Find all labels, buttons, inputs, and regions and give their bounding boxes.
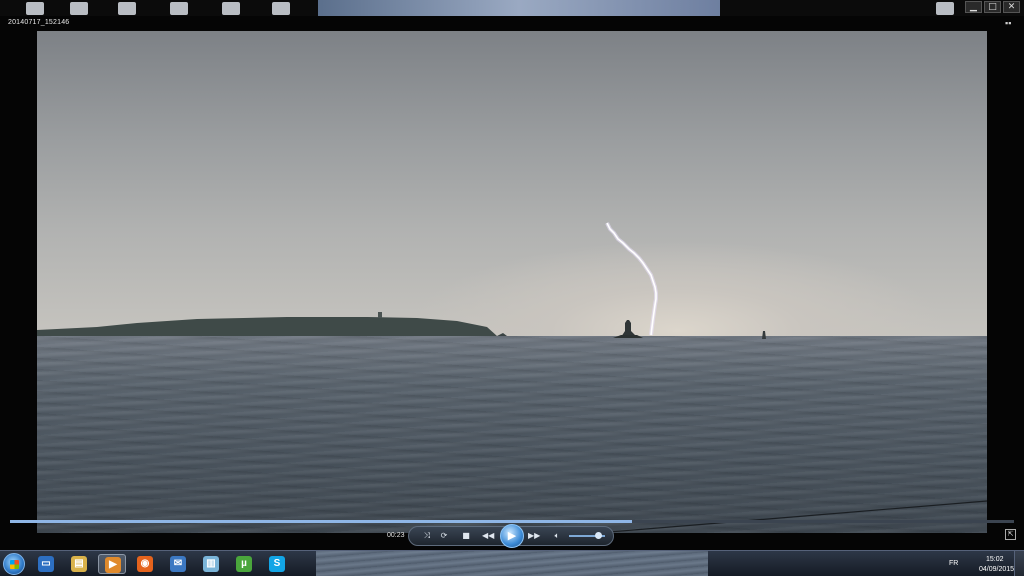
- maximize-button[interactable]: □: [984, 1, 1001, 13]
- taskbar-app-thunderbird[interactable]: ✉: [164, 554, 192, 574]
- taskbar-background: [316, 551, 708, 576]
- play-icon: ▶: [507, 530, 517, 542]
- shuffle-icon[interactable]: ⤨: [421, 530, 433, 542]
- lighthouse-far: [762, 331, 766, 339]
- video-frame[interactable]: [37, 31, 987, 533]
- speaker-icon[interactable]: 🔈︎: [551, 530, 563, 542]
- show-desktop-button[interactable]: [1014, 551, 1024, 576]
- elapsed-time: 00:23: [387, 532, 405, 539]
- desktop-behind-strip: ▁ □ ✕: [0, 0, 1024, 16]
- desktop-wallpaper: [318, 0, 720, 16]
- start-button[interactable]: [3, 553, 25, 575]
- minimize-button[interactable]: ▁: [965, 1, 982, 13]
- lightning-bolt: [605, 222, 658, 336]
- switch-to-library-icon[interactable]: ⇱: [1005, 529, 1016, 540]
- window-title: 20140717_152146: [8, 19, 70, 26]
- language-indicator[interactable]: FR: [949, 560, 958, 567]
- firefox-icon: ◉: [137, 556, 153, 572]
- mail-icon: ✉: [170, 556, 186, 572]
- monitor-icon: ▭: [38, 556, 54, 572]
- clock-date[interactable]: 04/09/2015: [979, 566, 1014, 573]
- media-player-icon: ▶: [105, 557, 121, 573]
- taskbar-app-media-player[interactable]: ▶: [98, 554, 126, 574]
- desktop-shortcut-icon[interactable]: [272, 2, 290, 15]
- media-player-window: 20140717_152146 ▪▪ 00:23 ⤨ ⟳ ■ ◀◀ ▶ ▶▶ 🔈…: [0, 16, 1024, 550]
- lighthouse-base-rock: [613, 335, 643, 338]
- transport-controls: ⤨ ⟳ ■ ◀◀ ▶ ▶▶ 🔈︎: [408, 524, 614, 548]
- desktop-shortcut-icon[interactable]: [936, 2, 954, 15]
- headland-silhouette: [37, 317, 497, 336]
- video-scene: [37, 222, 987, 533]
- desktop-shortcut-icon[interactable]: [170, 2, 188, 15]
- utorrent-icon: µ: [236, 556, 252, 572]
- desktop-shortcut-icon[interactable]: [26, 2, 44, 15]
- taskbar-app-skype[interactable]: S: [263, 554, 291, 574]
- skype-icon: S: [269, 556, 285, 572]
- seek-bar[interactable]: [10, 520, 1014, 523]
- boat-rigging-line: [596, 500, 987, 533]
- seek-bar-progress: [10, 520, 633, 523]
- taskbar-app-notes[interactable]: ▥: [197, 554, 225, 574]
- desktop-shortcut-icon[interactable]: [222, 2, 240, 15]
- taskbar-app-utorrent[interactable]: µ: [230, 554, 258, 574]
- volume-knob[interactable]: [594, 532, 602, 539]
- rewind-icon[interactable]: ◀◀: [482, 530, 494, 542]
- fast-forward-icon[interactable]: ▶▶: [528, 530, 540, 542]
- desktop-shortcut-icon[interactable]: [70, 2, 88, 15]
- semaphore-tower: [378, 312, 382, 318]
- windows-logo-icon: [10, 560, 19, 569]
- taskbar-app-desktop[interactable]: ▭: [32, 554, 60, 574]
- close-button[interactable]: ✕: [1003, 1, 1020, 13]
- clock-time[interactable]: 15:02: [986, 556, 1004, 563]
- stop-icon[interactable]: ■: [460, 530, 472, 542]
- notebook-icon: ▥: [203, 556, 219, 572]
- repeat-icon[interactable]: ⟳: [438, 530, 450, 542]
- desktop-shortcut-icon[interactable]: [118, 2, 136, 15]
- taskbar-app-explorer[interactable]: ▤: [65, 554, 93, 574]
- rock-islet: [497, 333, 507, 336]
- play-button[interactable]: ▶: [500, 524, 524, 548]
- lighthouse-main: [621, 320, 637, 337]
- taskbar: ▭ ▤ ▶ ◉ ✉ ▥ µ S FR 15:02 04/09/2015: [0, 550, 1024, 576]
- folder-icon: ▤: [71, 556, 87, 572]
- window-controls: ▁ □ ✕: [965, 1, 1020, 13]
- view-mode-icon[interactable]: ▪▪: [1005, 19, 1016, 28]
- taskbar-app-firefox[interactable]: ◉: [131, 554, 159, 574]
